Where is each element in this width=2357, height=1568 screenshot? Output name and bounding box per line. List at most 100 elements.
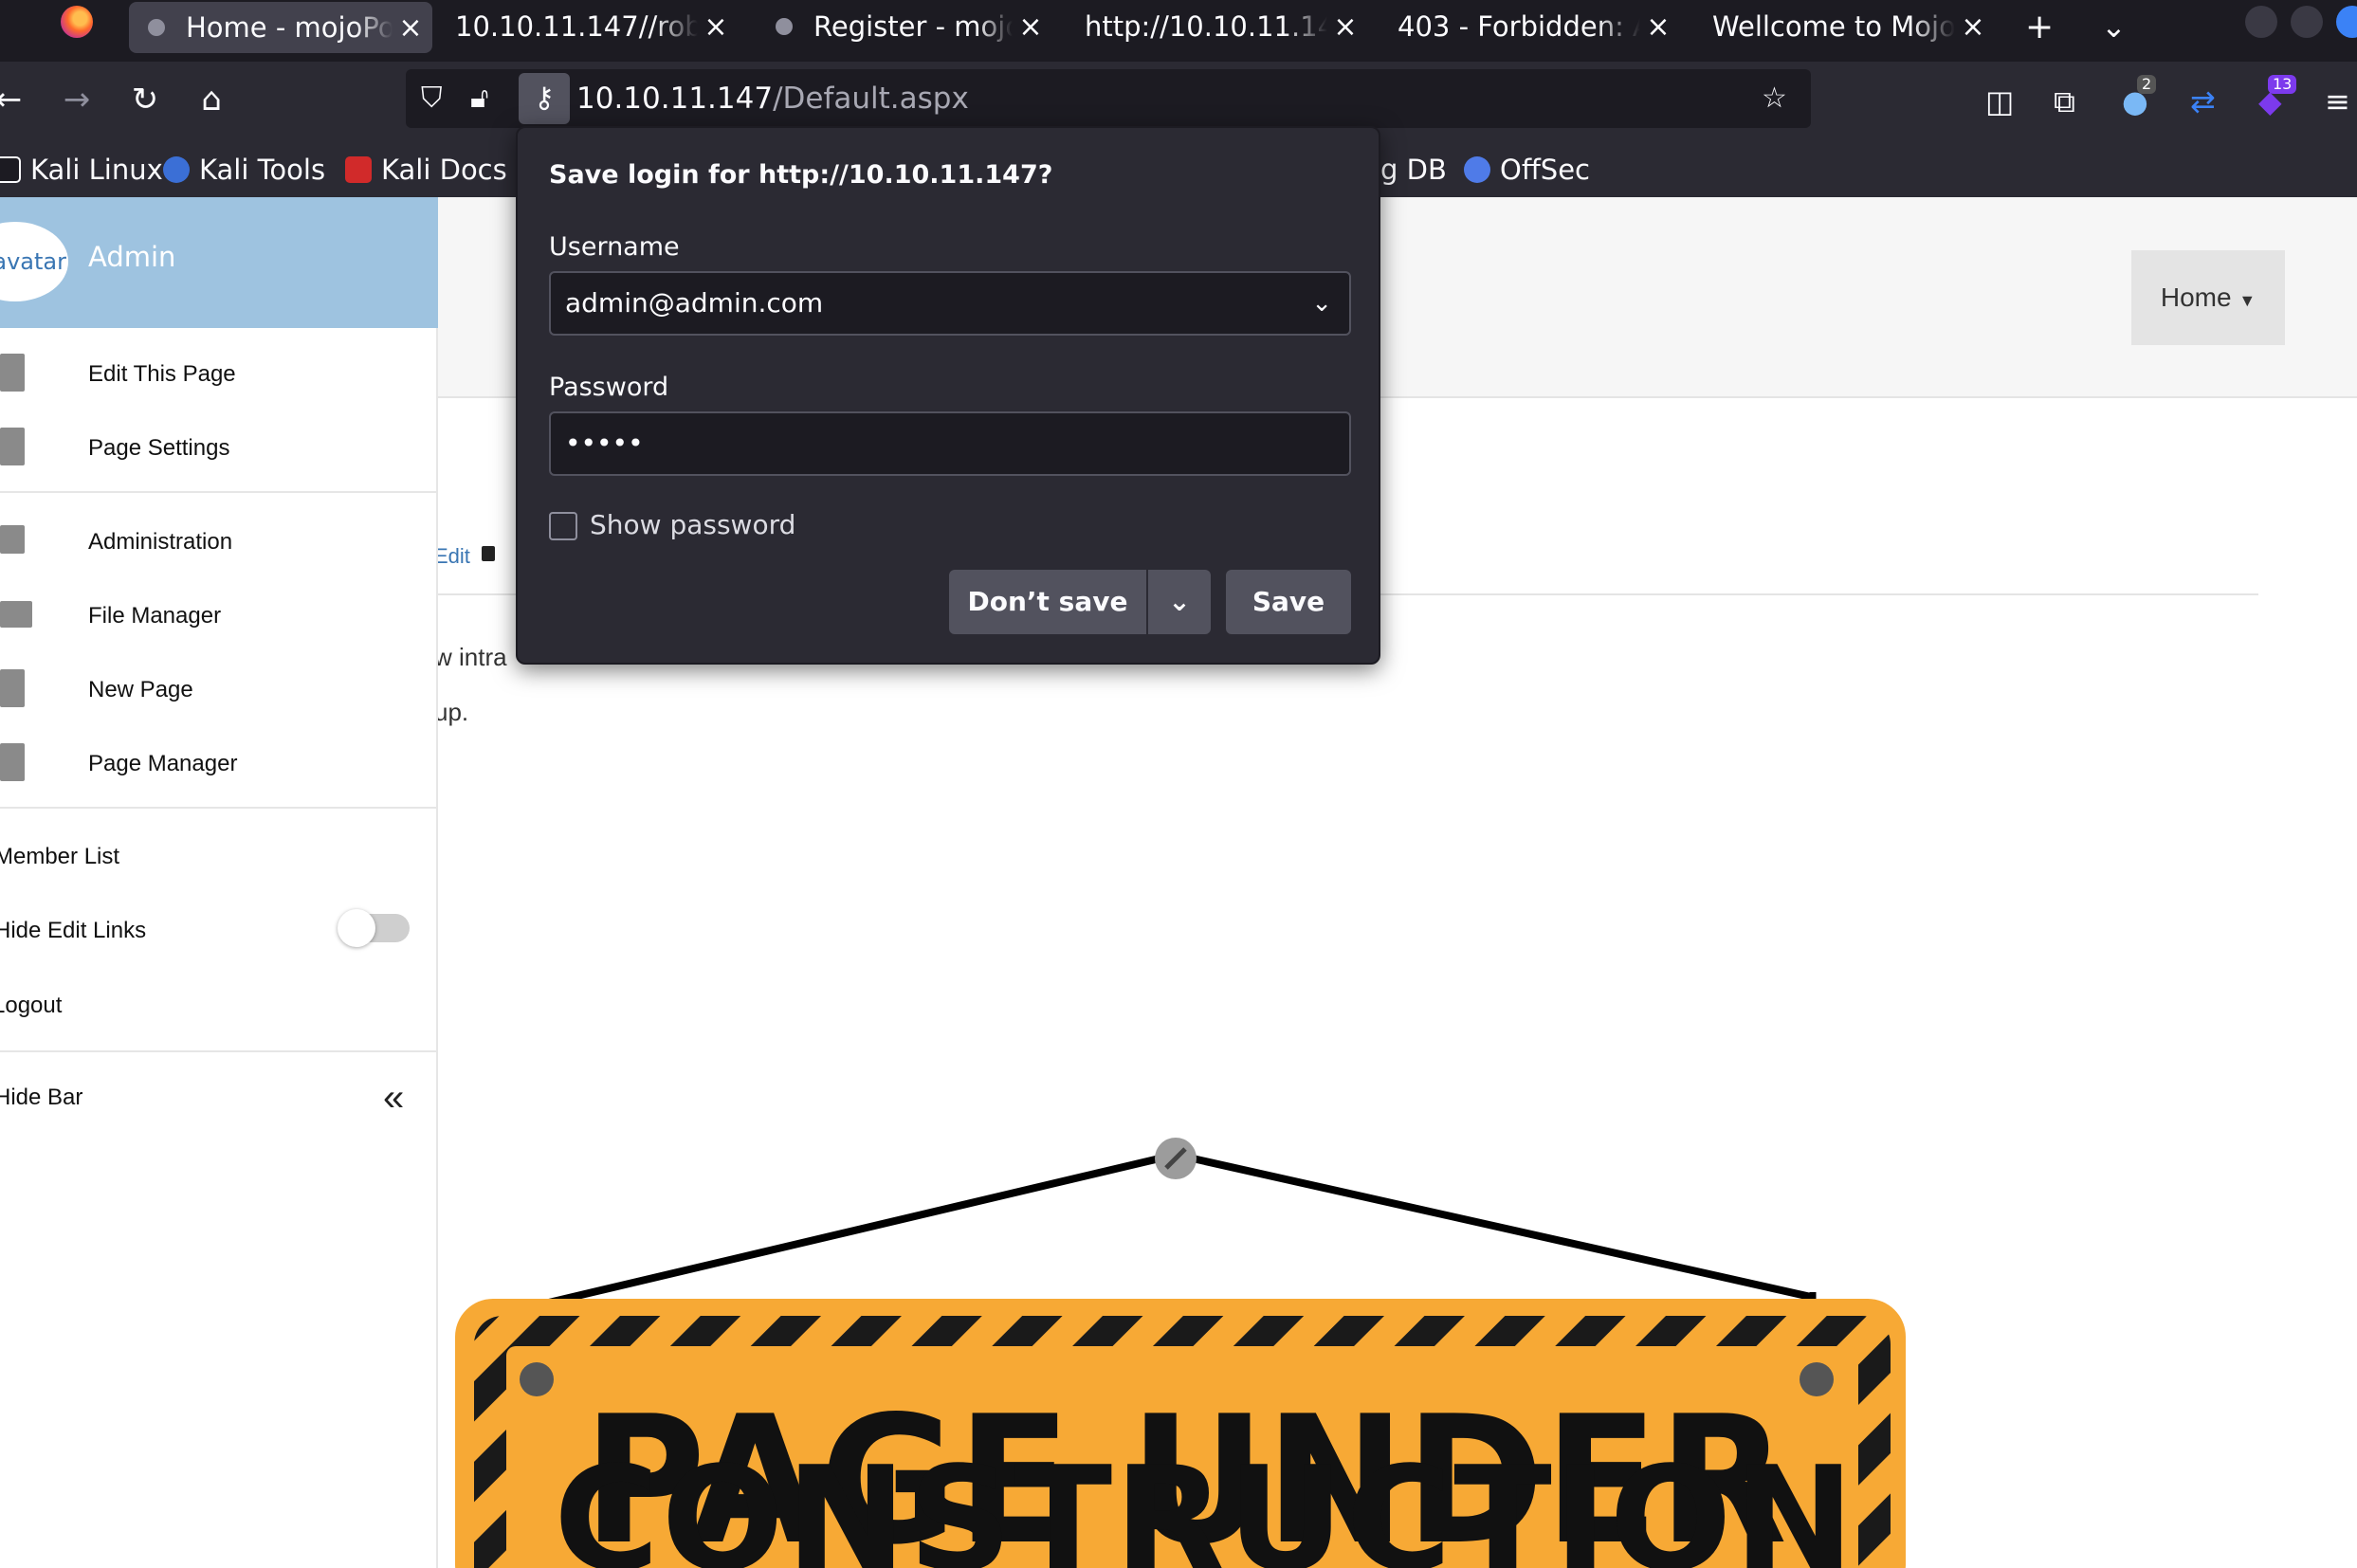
maximize-window-icon[interactable] <box>2291 6 2323 38</box>
content-text: up. <box>434 698 469 726</box>
tab-register[interactable]: Register - mojoPortal × <box>776 0 1045 53</box>
bookmark-kali-linux[interactable]: Kali Linux <box>0 143 163 196</box>
close-window-icon[interactable] <box>2336 6 2357 38</box>
password-field[interactable]: ••••• <box>549 411 1351 476</box>
home-menu-button[interactable]: Home ▼ <box>2131 250 2285 345</box>
bookmark-kali-tools[interactable]: Kali Tools <box>163 143 325 196</box>
sidebar-item-label: Logout <box>0 993 63 1018</box>
close-tab-icon[interactable]: × <box>1644 10 1672 44</box>
page-settings-icon <box>0 428 25 465</box>
bookmark-star-icon[interactable]: ☆ <box>1762 69 1787 128</box>
dont-save-button[interactable]: Don’t save <box>949 570 1146 634</box>
new-tab-button[interactable]: + <box>2025 0 2063 53</box>
sidebar-item-label: Page Settings <box>88 435 230 461</box>
kali-docs-icon <box>345 156 372 183</box>
tab-welcome[interactable]: Wellcome to MojoPortal × <box>1712 0 1987 53</box>
tab-robots[interactable]: 10.10.11.147//robots.txt × <box>455 0 730 53</box>
chevron-down-icon[interactable]: ⌄ <box>1311 273 1332 334</box>
extension-badge-a: 2 <box>2137 75 2157 94</box>
password-label: Password <box>549 373 669 402</box>
username-value: admin@admin.com <box>565 287 824 319</box>
forward-arrow-icon[interactable]: → <box>55 81 99 119</box>
tab-bar: Home - mojoPortal × 10.10.11.147//robots… <box>0 0 2357 62</box>
sync-icon[interactable]: ⇄ <box>2190 82 2216 120</box>
tab-list-button[interactable]: ⌄ <box>2101 0 2139 53</box>
extensions-icon[interactable]: ⧉ <box>2054 82 2075 120</box>
sidebar-item-edit-this-page[interactable]: Edit This Page <box>0 340 438 407</box>
sidebar-item-label: Administration <box>88 529 233 555</box>
bookmark-exploit-db[interactable]: g DB <box>1380 143 1447 196</box>
insecure-lock-icon[interactable]: 🔓︎ <box>470 69 488 128</box>
tracking-shield-icon[interactable]: ⛉ <box>421 69 443 128</box>
firefox-logo-icon[interactable] <box>61 6 93 38</box>
double-chevron-left-icon[interactable]: « <box>383 1077 404 1120</box>
url-text[interactable]: 10.10.11.147/Default.aspx <box>576 69 969 128</box>
sidebar-item-logout[interactable]: Logout <box>0 972 438 1038</box>
bookmark-label: Kali Linux <box>30 154 163 186</box>
menu-hamburger-icon[interactable]: ≡ <box>2325 82 2350 120</box>
close-tab-icon[interactable]: × <box>702 10 730 44</box>
sign-line-2: CONSTRUCTION <box>554 1435 1843 1568</box>
key-icon[interactable]: ⚷ <box>519 73 570 124</box>
tab-http-root[interactable]: http://10.10.11.147/ × <box>1085 0 1360 53</box>
kali-dragon-icon <box>0 156 21 183</box>
offsec-icon <box>1464 156 1490 183</box>
bookmark-kali-docs[interactable]: Kali Docs <box>345 143 507 196</box>
sidebar-item-label: File Manager <box>88 603 222 629</box>
sidebar-item-file-manager[interactable]: File Manager <box>0 582 438 648</box>
bookmark-label: OffSec <box>1500 154 1591 186</box>
sidebar-item-hide-bar[interactable]: Hide Bar « <box>0 1064 438 1130</box>
folder-open-icon <box>0 601 32 628</box>
tab-title: 403 - Forbidden: Access is denied. <box>1398 10 1640 43</box>
tab-title: Wellcome to MojoPortal <box>1712 10 1955 43</box>
tab-favicon-icon <box>776 18 793 35</box>
sidebar-divider <box>0 1050 438 1052</box>
password-value: ••••• <box>565 428 644 459</box>
close-tab-icon[interactable]: × <box>1331 10 1360 44</box>
bookmark-offsec[interactable]: OffSec <box>1464 143 1590 196</box>
page-manager-icon <box>0 743 25 781</box>
home-icon[interactable]: ⌂ <box>190 81 233 119</box>
tab-title: Register - mojoPortal <box>813 10 1013 43</box>
edit-page-icon <box>0 354 25 392</box>
kali-tools-icon <box>163 156 190 183</box>
url-host: 10.10.11.147 <box>576 82 774 116</box>
new-page-icon <box>0 669 25 707</box>
sidebar-header: Gravatar Admin <box>0 197 438 328</box>
sidebar-item-new-page[interactable]: New Page <box>0 656 438 722</box>
sidebar-item-member-list[interactable]: Member List <box>0 823 438 889</box>
show-password-label[interactable]: Show password <box>590 509 795 540</box>
back-arrow-icon[interactable]: ← <box>0 81 30 119</box>
tab-forbidden[interactable]: 403 - Forbidden: Access is denied. × <box>1398 0 1672 53</box>
edit-content-link[interactable]: Edit <box>434 544 470 569</box>
close-tab-icon[interactable]: × <box>1016 10 1045 44</box>
sidebar-item-page-settings[interactable]: Page Settings <box>0 414 438 481</box>
user-name[interactable]: Admin <box>88 241 175 273</box>
pocket-icon[interactable]: ◫ <box>1985 82 2014 120</box>
bookmark-label: Kali Docs <box>381 154 507 186</box>
reload-icon[interactable]: ↻ <box>123 81 167 119</box>
sidebar-item-hide-edit-links[interactable]: Hide Edit Links <box>0 897 438 963</box>
sidebar-item-page-manager[interactable]: Page Manager <box>0 730 438 796</box>
tab-title: http://10.10.11.147/ <box>1085 10 1327 43</box>
avatar[interactable]: Gravatar <box>0 222 68 301</box>
minimize-window-icon[interactable] <box>2245 6 2277 38</box>
close-tab-icon[interactable]: × <box>1959 10 1987 44</box>
username-field[interactable]: admin@admin.com ⌄ <box>549 271 1351 336</box>
save-login-dialog: Save login for http://10.10.11.147? User… <box>516 126 1380 665</box>
tab-home-mojoportal[interactable]: Home - mojoPortal × <box>129 2 432 53</box>
dont-save-dropdown-button[interactable]: ⌄ <box>1148 570 1211 634</box>
show-password-checkbox[interactable] <box>549 512 577 540</box>
extension-badge-b: 13 <box>2268 75 2297 94</box>
sidebar-item-label: Edit This Page <box>88 361 236 387</box>
close-tab-icon[interactable]: × <box>396 11 425 45</box>
url-bar[interactable]: ⛉ 🔓︎ ⚷ 10.10.11.147/Default.aspx ☆ <box>406 69 1811 128</box>
url-path: /Default.aspx <box>773 82 969 116</box>
sidebar-item-label: Member List <box>0 844 120 869</box>
save-button[interactable]: Save <box>1226 570 1351 634</box>
gears-icon <box>0 525 25 554</box>
dialog-title: Save login for http://10.10.11.147? <box>549 160 1053 190</box>
sidebar-item-administration[interactable]: Administration <box>0 508 438 574</box>
hide-edit-links-toggle[interactable] <box>338 909 410 947</box>
bookmark-label: g DB <box>1380 154 1447 186</box>
